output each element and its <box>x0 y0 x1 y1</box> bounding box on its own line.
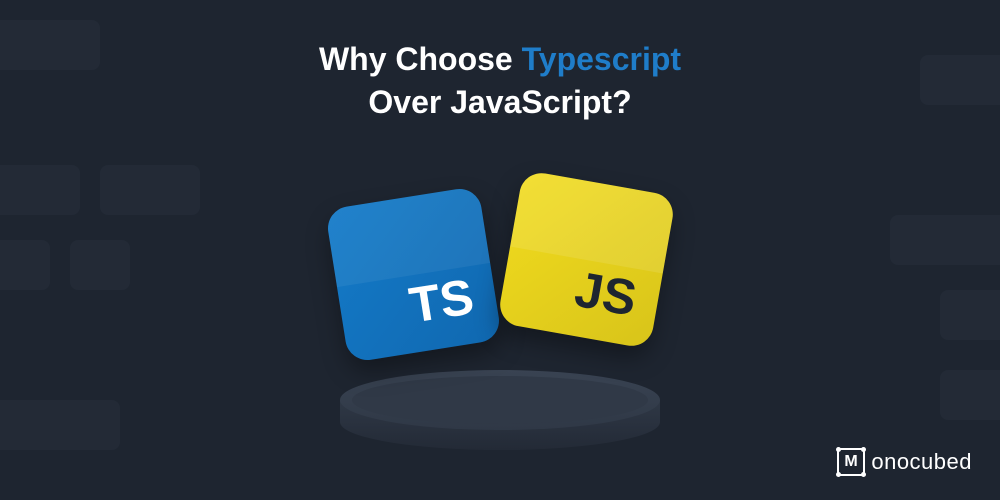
title-highlight-typescript: Typescript <box>522 41 681 77</box>
bg-code-block <box>70 240 130 290</box>
bg-code-block <box>0 400 120 450</box>
brand-logo: M onocubed <box>837 448 972 476</box>
title-prefix-2: Over <box>368 84 450 120</box>
page-title: Why Choose Typescript Over JavaScript? <box>0 0 1000 124</box>
logo-cards-container: TS JS <box>336 172 664 352</box>
bg-code-block <box>0 165 80 215</box>
title-prefix-1: Why Choose <box>319 41 522 77</box>
bg-code-block <box>0 20 100 70</box>
pedestal <box>340 370 660 450</box>
typescript-logo-card: TS <box>325 186 502 363</box>
bg-code-block <box>940 290 1000 340</box>
bg-code-block <box>940 370 1000 420</box>
title-suffix: ? <box>612 84 632 120</box>
pedestal-top <box>340 370 660 430</box>
typescript-label: TS <box>405 267 477 334</box>
javascript-label: JS <box>571 260 641 328</box>
javascript-logo-card: JS <box>497 170 677 350</box>
brand-icon: M <box>837 448 865 476</box>
bg-code-block <box>890 215 1000 265</box>
title-highlight-javascript: JavaScript <box>450 84 612 120</box>
bg-code-block <box>100 165 200 215</box>
brand-name: onocubed <box>871 449 972 475</box>
bg-code-block <box>0 240 50 290</box>
bg-code-block <box>920 55 1000 105</box>
